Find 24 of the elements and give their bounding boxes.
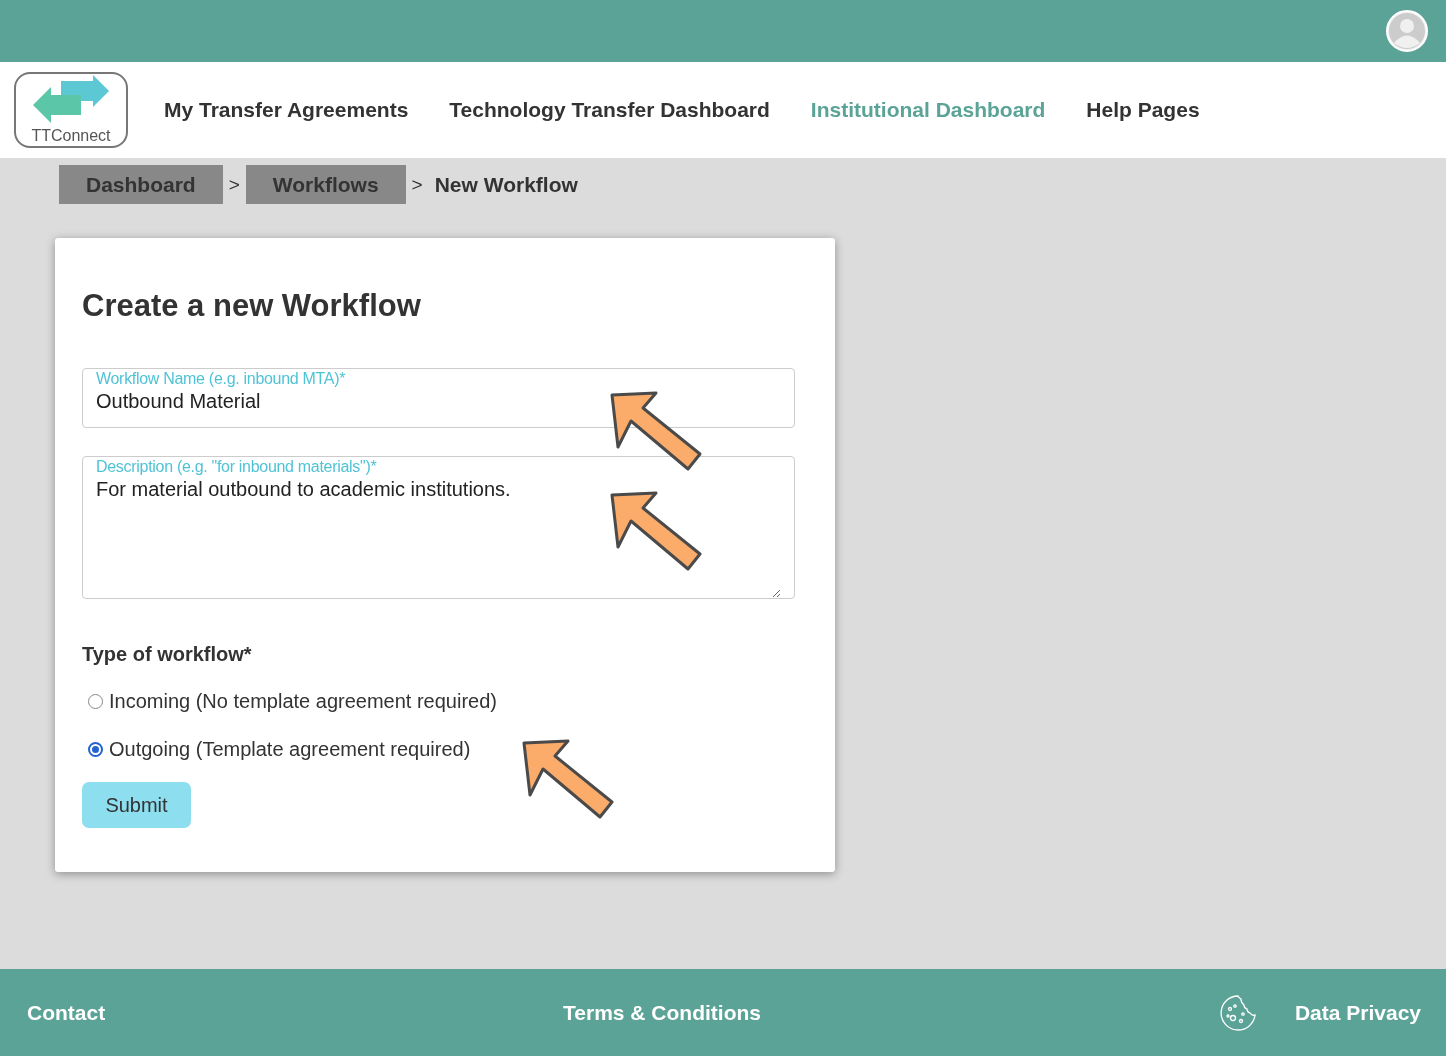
breadcrumb-separator: > [228,173,240,196]
radio-button[interactable] [88,741,103,757]
nav-link[interactable]: Help Pages [1086,98,1200,122]
field-label: Description (e.g. "for inbound materials")* [96,458,378,476]
user-avatar-icon[interactable] [1386,10,1428,52]
name-field[interactable]: Workflow Name (e.g. inbound MTA)* Outbound Material [82,368,795,428]
nav-link[interactable]: My Transfer Agreements [164,98,409,122]
logo-text: TTConnect [31,127,111,145]
radio-label: Incoming (No template agreement required) [109,689,497,713]
radio-label: Outgoing (Template agreement required) [109,737,471,761]
cookie-icon[interactable] [1218,993,1257,1032]
text-input[interactable]: Outbound Material [96,390,781,413]
submit-button[interactable]: Submit [82,782,191,828]
breadcrumb-link[interactable]: Dashboard [59,165,223,204]
description-field[interactable]: Description (e.g. "for inbound materials")* For material outbound to academic institutions. [82,456,795,599]
breadcrumb-link[interactable]: Workflows [245,165,406,204]
nav-link[interactable]: Technology Transfer Dashboard [449,98,770,122]
breadcrumb-current: New Workflow [434,172,578,197]
text-area[interactable]: For material outbound to academic institutions. [96,478,781,598]
logo[interactable]: TTConnect [14,72,128,148]
breadcrumb-separator: > [411,173,423,196]
field-label: Workflow Name (e.g. inbound MTA)* [96,370,347,388]
workflow-type-label: Type of workflow* [82,643,253,666]
form-title: Create a new Workflow [82,288,422,324]
